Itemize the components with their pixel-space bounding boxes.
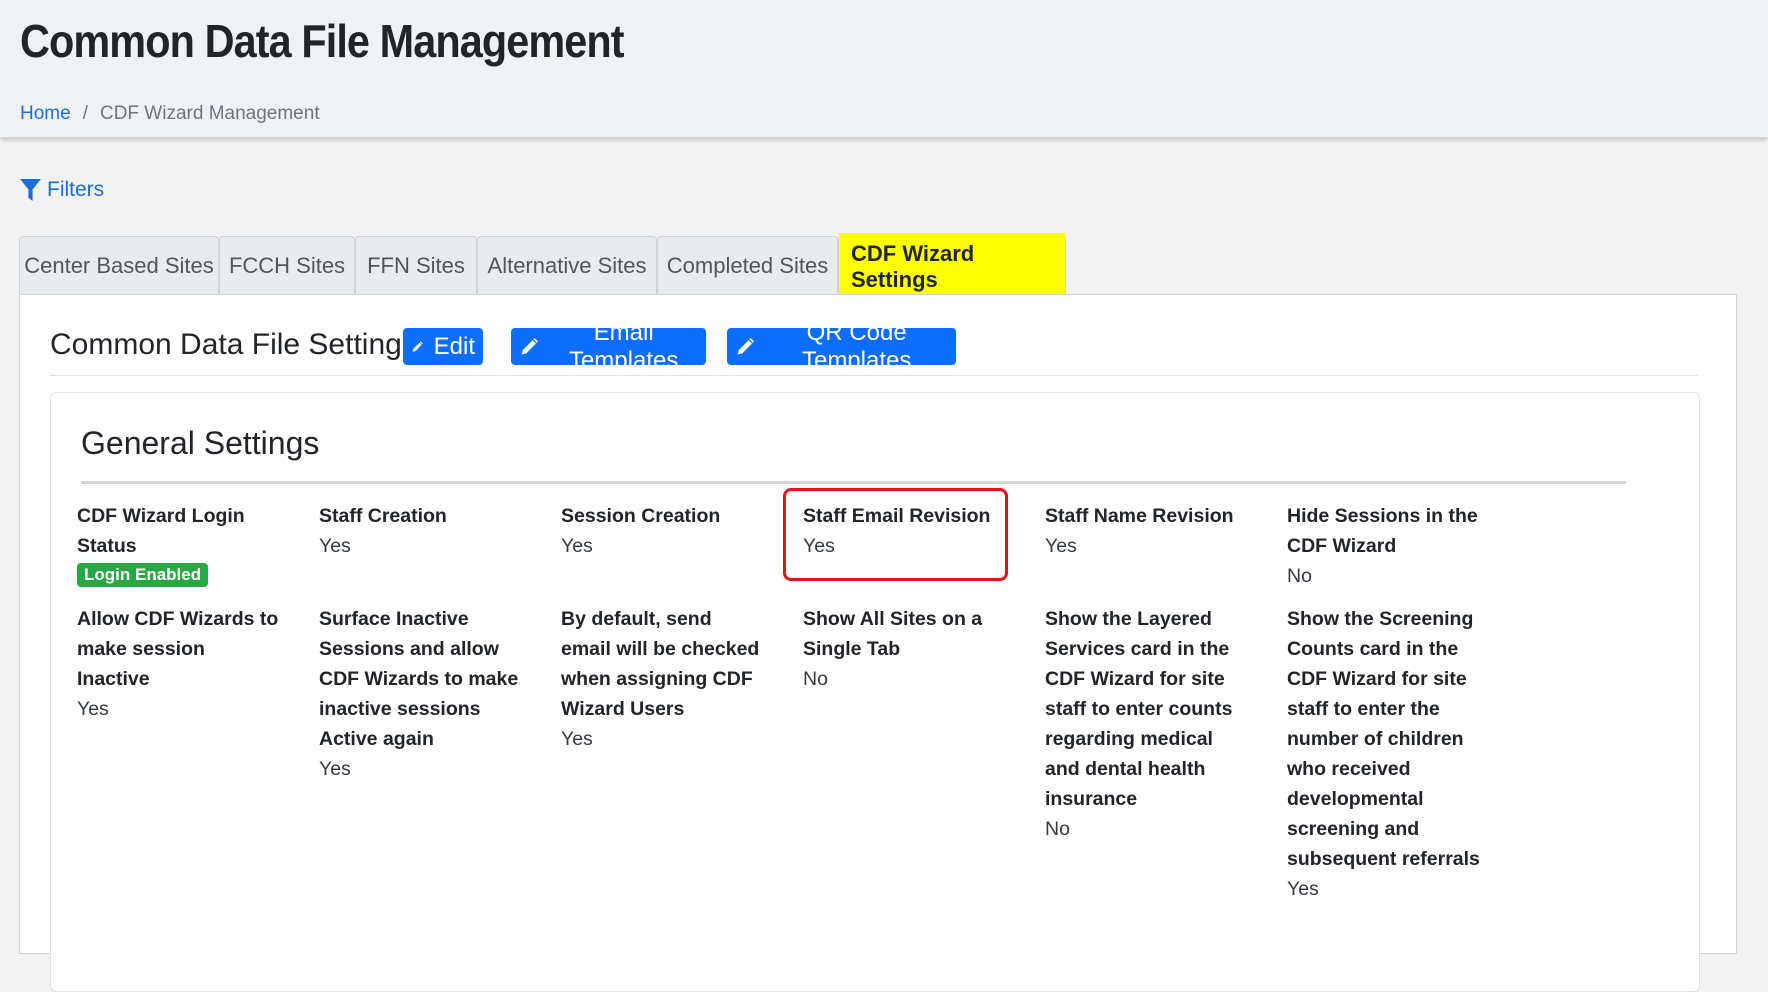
setting-label: Staff Creation [319, 505, 447, 527]
setting-label: CDF Wizard Login Status [77, 505, 245, 557]
pencil-icon [737, 337, 755, 355]
filters-toggle[interactable]: Filters [20, 178, 104, 202]
setting-session-creation: Session Creation Yes [561, 501, 766, 561]
edit-button[interactable]: Edit [403, 328, 483, 365]
tab-center-based-sites[interactable]: Center Based Sites [19, 236, 219, 294]
setting-value: Yes [319, 758, 351, 780]
setting-login-status: CDF Wizard Login Status Login Enabled [77, 501, 282, 587]
setting-surface-inactive: Surface Inactive Sessions and allow CDF … [319, 604, 524, 784]
setting-value: Yes [561, 728, 593, 750]
filter-icon [20, 178, 41, 201]
email-templates-label: Email Templates [568, 318, 679, 374]
setting-label: By default, send email will be checked w… [561, 608, 760, 720]
setting-label: Show All Sites on a Single Tab [803, 608, 983, 660]
setting-value: Yes [1287, 878, 1319, 900]
setting-label: Staff Name Revision [1045, 505, 1234, 527]
pencil-icon [412, 340, 423, 352]
setting-label: Hide Sessions in the CDF Wizard [1287, 505, 1478, 557]
breadcrumb-home-link[interactable]: Home [20, 103, 71, 124]
filters-label: Filters [47, 178, 105, 201]
tab-label: FCCH Sites [228, 252, 346, 278]
setting-staff-name-revision: Staff Name Revision Yes [1045, 501, 1250, 561]
setting-value: Yes [319, 535, 351, 557]
divider [81, 481, 1626, 484]
settings-panel: Common Data File Settings Edit Email Tem… [19, 294, 1737, 992]
tab-label: Completed Sites [666, 252, 829, 278]
setting-value: Yes [77, 698, 109, 720]
email-templates-button[interactable]: Email Templates [511, 319, 706, 374]
setting-label: Allow CDF Wizards to make session Inacti… [77, 608, 279, 690]
qr-code-templates-label: QR Code Templates [801, 318, 912, 374]
page-title: Common Data File Management [20, 15, 625, 67]
tab-alternative-sites[interactable]: Alternative Sites [477, 236, 657, 294]
setting-screening-counts: Show the Screening Counts card in the CD… [1287, 604, 1492, 904]
breadcrumb-separator: / [82, 103, 88, 124]
setting-value: No [1287, 565, 1312, 587]
setting-hide-sessions: Hide Sessions in the CDF Wizard No [1287, 501, 1492, 591]
edit-label: Edit [433, 332, 475, 360]
tab-label: Alternative Sites [487, 252, 647, 278]
tab-completed-sites[interactable]: Completed Sites [657, 236, 838, 294]
tab-ffn-sites[interactable]: FFN Sites [355, 236, 477, 294]
general-settings-card: General Settings CDF Wizard Login Status… [50, 392, 1700, 992]
divider [50, 375, 1698, 376]
setting-show-all-sites: Show All Sites on a Single Tab No [803, 604, 1008, 694]
setting-value: Yes [1045, 535, 1077, 557]
setting-label: Surface Inactive Sessions and allow CDF … [319, 608, 519, 750]
setting-allow-inactive: Allow CDF Wizards to make session Inacti… [77, 604, 282, 724]
breadcrumb-current: CDF Wizard Management [99, 103, 320, 124]
setting-label: Show the Screening Counts card in the CD… [1287, 608, 1480, 870]
tab-label: CDF Wizard Settings [839, 232, 1065, 301]
staff-email-revision-highlight [783, 488, 1008, 581]
setting-label: Session Creation [561, 505, 721, 527]
tab-label: FFN Sites [367, 252, 465, 278]
setting-label: Show the Layered Services card in the CD… [1045, 608, 1233, 810]
setting-value: Yes [561, 535, 593, 557]
page-header: Common Data File Management Home / CDF Wiz… [0, 0, 1768, 137]
setting-value: No [803, 668, 828, 690]
breadcrumb: Home / CDF Wizard Management [20, 103, 320, 125]
qr-code-templates-button[interactable]: QR Code Templates [727, 319, 956, 374]
tab-label: Center Based Sites [24, 252, 214, 278]
setting-value: No [1045, 818, 1070, 840]
login-status-badge: Login Enabled [77, 563, 209, 587]
setting-default-send-email: By default, send email will be checked w… [561, 604, 766, 754]
tab-cdf-wizard-settings[interactable]: CDF Wizard Settings [838, 232, 1066, 301]
tab-fcch-sites[interactable]: FCCH Sites [219, 236, 355, 294]
general-settings-title: General Settings [81, 425, 320, 461]
pencil-icon [521, 337, 539, 355]
setting-layered-services: Show the Layered Services card in the CD… [1045, 604, 1250, 844]
settings-title: Common Data File Settings [50, 328, 417, 361]
setting-staff-creation: Staff Creation Yes [319, 501, 524, 561]
